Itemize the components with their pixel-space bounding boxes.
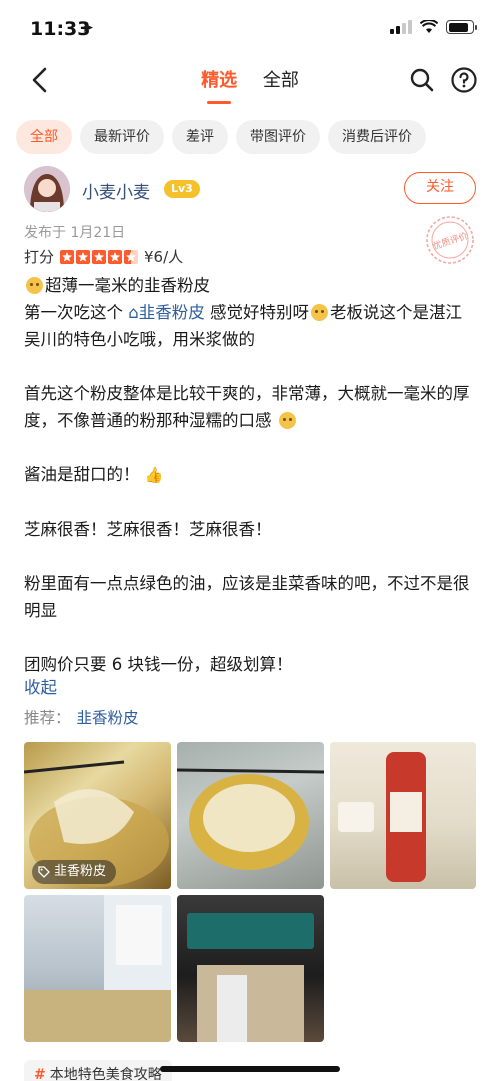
filter-after-purchase[interactable]: 消费后评价 xyxy=(328,120,426,154)
review-body: 超薄一毫米的韭香粉皮 第一次吃这个 ⌂韭香粉皮 感觉好特别呀 老板说这个是湛江吴川… xyxy=(24,272,476,678)
recommend-row: 推荐： 韭香粉皮 xyxy=(24,706,139,728)
quality-review-stamp: 优质评价 xyxy=(426,216,474,264)
stamp-text: 优质评价 xyxy=(431,230,469,253)
paragraph-3: 酱油是甜口的！ 👍 xyxy=(24,465,164,484)
star-icon xyxy=(76,249,91,264)
level-badge: Lv3 xyxy=(164,180,200,198)
filter-latest[interactable]: 最新评价 xyxy=(80,120,164,154)
star-icon xyxy=(124,249,139,264)
top-nav: 精选 全部 xyxy=(0,52,500,108)
paragraph-6: 团购价只要 6 块钱一份，超级划算！ xyxy=(24,655,293,674)
star-icon xyxy=(108,249,123,264)
follow-button[interactable]: 关注 xyxy=(404,172,476,204)
review-photo-4[interactable] xyxy=(24,895,171,1042)
search-icon[interactable] xyxy=(408,66,436,94)
tab-all[interactable]: 全部 xyxy=(263,66,299,92)
rating-row: 打分 ¥6/人 xyxy=(24,246,183,267)
dish-link[interactable]: ⌂韭香粉皮 xyxy=(128,303,204,322)
battery-icon xyxy=(446,20,477,34)
home-indicator xyxy=(160,1066,340,1072)
paragraph-4: 芝麻很香！芝麻很香！芝麻很香！ xyxy=(24,520,272,539)
status-bar: 11:33 ➤ xyxy=(0,0,500,52)
wifi-icon xyxy=(420,20,438,33)
recommend-label: 推荐： xyxy=(24,709,71,727)
username[interactable]: 小麦小麦 xyxy=(82,178,150,203)
review-title: 超薄一毫米的韭香粉皮 xyxy=(24,272,476,299)
review-photo-3[interactable] xyxy=(330,742,476,889)
recommend-dish-link[interactable]: 韭香粉皮 xyxy=(77,709,139,727)
face-emoji-icon xyxy=(310,304,328,321)
help-icon[interactable] xyxy=(450,66,478,94)
filter-all[interactable]: 全部 xyxy=(16,120,72,154)
signal-icon xyxy=(390,20,412,34)
location-arrow-icon: ➤ xyxy=(82,20,94,36)
star-icon xyxy=(92,249,107,264)
avatar[interactable] xyxy=(24,166,70,212)
filter-with-photos[interactable]: 带图评价 xyxy=(236,120,320,154)
thumbs-up-icon: 👍 xyxy=(144,466,164,484)
tab-featured[interactable]: 精选 xyxy=(201,66,237,104)
rating-label: 打分 xyxy=(24,248,55,266)
paragraph-5: 粉里面有一点点绿色的油，应该是韭菜香味的吧，不过不是很明显 xyxy=(24,574,470,620)
status-icons xyxy=(390,20,477,34)
collapse-button[interactable]: 收起 xyxy=(24,674,57,698)
star-rating xyxy=(60,249,139,264)
hash-icon: # xyxy=(34,1067,46,1081)
price-per-person: ¥6/人 xyxy=(144,248,184,266)
face-emoji-icon xyxy=(26,277,43,294)
review-photo-5[interactable] xyxy=(177,895,324,1042)
filter-negative[interactable]: 差评 xyxy=(172,120,228,154)
post-date: 发布于 1月21日 xyxy=(24,225,126,241)
topic-tag[interactable]: # 本地特色美食攻略 xyxy=(24,1060,172,1081)
face-emoji-icon xyxy=(278,412,296,429)
paragraph-2: 首先这个粉皮整体是比较干爽的，非常薄，大概就一毫米的厚度，不像普通的粉那种湿糯的… xyxy=(24,384,470,430)
star-icon xyxy=(60,249,75,264)
review-photo-2[interactable] xyxy=(177,742,324,889)
paragraph-1: 第一次吃这个 ⌂韭香粉皮 感觉好特别呀 老板说这个是湛江吴川的特色小吃哦，用米浆做… xyxy=(24,303,462,349)
filter-chips: 全部 最新评价 差评 带图评价 消费后评价 xyxy=(16,120,426,154)
photo-dish-tag[interactable]: 韭香粉皮 xyxy=(32,860,117,884)
tag-icon xyxy=(38,866,50,878)
